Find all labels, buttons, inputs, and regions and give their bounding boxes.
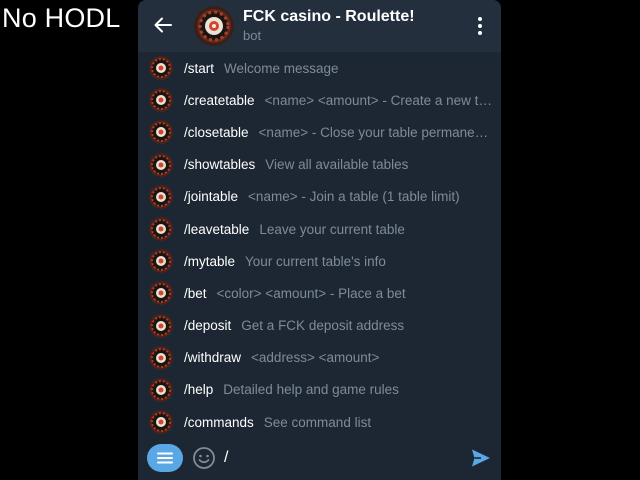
emoji-button[interactable] (192, 446, 216, 470)
command-item-help[interactable]: /help Detailed help and game rules (138, 374, 501, 406)
command-name: /showtables (184, 157, 256, 173)
command-item-commands[interactable]: /commands See command list (138, 406, 501, 436)
command-description: <name> - Close your table permanently (258, 124, 496, 140)
command-description: Get a FCK deposit address (241, 318, 405, 334)
message-input[interactable] (224, 446, 454, 470)
command-name: /closetable (184, 124, 249, 140)
command-item-start[interactable]: /start Welcome message (138, 52, 501, 84)
bot-avatar-icon (149, 345, 173, 370)
command-description: <address> <amount> (251, 350, 380, 366)
command-description: <color> <amount> - Place a bet (216, 285, 406, 301)
bot-menu-button[interactable] (147, 444, 183, 472)
telegram-chat-window: FCK casino - Roulette! bot /start Welcom… (138, 0, 501, 480)
bot-avatar-icon (149, 377, 173, 402)
command-item-closetable[interactable]: /closetable <name> - Close your table pe… (138, 116, 501, 148)
send-button[interactable] (469, 446, 493, 470)
bot-avatar-icon (149, 120, 173, 145)
bot-avatar-icon (149, 217, 173, 242)
command-name: /jointable (184, 189, 239, 205)
chat-subtitle: bot (243, 28, 262, 43)
chat-title: FCK casino - Roulette! (243, 8, 415, 25)
command-name: /leavetable (184, 221, 250, 237)
command-name: /withdraw (184, 350, 242, 366)
command-name: /mytable (184, 253, 236, 269)
command-item-withdraw[interactable]: /withdraw <address> <amount> (138, 342, 501, 374)
command-description: Your current table's info (245, 253, 386, 269)
bot-avatar-icon (149, 281, 173, 306)
message-composer (138, 436, 501, 480)
command-item-createtable[interactable]: /createtable <name> <amount> - Create a … (138, 84, 501, 116)
command-description: View all available tables (265, 157, 409, 173)
bot-menu-icon (157, 452, 173, 464)
screen: No HODL FCK casino - Roulette! bot /star… (0, 0, 640, 480)
bot-avatar[interactable] (194, 6, 234, 46)
bot-command-list: /start Welcome message /createtable <nam… (138, 52, 501, 436)
command-description: Leave your current table (259, 221, 405, 237)
command-description: Welcome message (224, 60, 339, 76)
command-name: /start (184, 60, 215, 76)
command-item-deposit[interactable]: /deposit Get a FCK deposit address (138, 310, 501, 342)
command-name: /help (184, 382, 214, 398)
bot-avatar-icon (149, 410, 173, 435)
command-name: /deposit (184, 318, 232, 334)
bot-avatar-icon (149, 313, 173, 338)
command-item-showtables[interactable]: /showtables View all available tables (138, 149, 501, 181)
emoji-smile-icon (193, 447, 215, 469)
bot-avatar-icon (149, 88, 173, 113)
more-vertical-icon (478, 17, 482, 21)
command-name: /createtable (184, 92, 255, 108)
overlay-caption: No HODL (2, 3, 121, 33)
command-description: <name> <amount> - Create a new ta... (264, 92, 498, 108)
roulette-wheel-icon (194, 6, 234, 46)
more-options-button[interactable] (469, 13, 491, 39)
command-name: /commands (184, 414, 254, 430)
more-vertical-icon-dot (478, 31, 482, 35)
command-item-leavetable[interactable]: /leavetable Leave your current table (138, 213, 501, 245)
arrow-left-icon (154, 17, 172, 33)
back-button[interactable] (150, 12, 176, 38)
chat-header: FCK casino - Roulette! bot (138, 0, 501, 52)
command-description: See command list (263, 414, 372, 430)
more-vertical-icon-dot (478, 24, 482, 28)
send-icon (472, 449, 490, 467)
command-item-bet[interactable]: /bet <color> <amount> - Place a bet (138, 277, 501, 309)
command-item-mytable[interactable]: /mytable Your current table's info (138, 245, 501, 277)
bot-avatar-icon (149, 184, 173, 209)
bot-avatar-icon (149, 152, 173, 177)
bot-avatar-icon (149, 249, 173, 274)
command-description: <name> - Join a table (1 table limit) (248, 189, 460, 205)
bot-avatar-icon (149, 56, 173, 81)
command-name: /bet (184, 285, 207, 301)
command-item-jointable[interactable]: /jointable <name> - Join a table (1 tabl… (138, 181, 501, 213)
command-description: Detailed help and game rules (223, 382, 399, 398)
